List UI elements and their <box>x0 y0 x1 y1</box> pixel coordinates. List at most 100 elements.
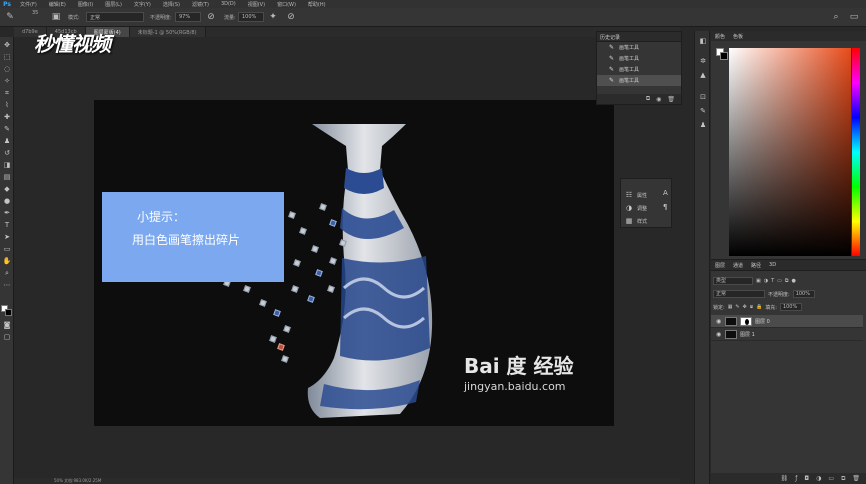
dodge-tool-icon[interactable]: ● <box>2 197 12 206</box>
zoom-tool-icon[interactable]: ⌕ <box>2 269 12 278</box>
menu-type[interactable]: 文字(Y) <box>128 1 157 8</box>
lock-artboard-icon[interactable]: ⧈ <box>750 304 753 310</box>
gradient-tool-icon[interactable]: ▤ <box>2 173 12 182</box>
tab-layers[interactable]: 图层 <box>715 262 725 269</box>
background-color-swatch[interactable] <box>720 52 728 60</box>
character-icon[interactable]: A <box>663 189 668 197</box>
brush-tool-icon[interactable]: ✎ <box>4 11 16 23</box>
menu-window[interactable]: 窗口(W) <box>271 1 302 8</box>
stamp-tool-icon[interactable]: ♟ <box>2 137 12 146</box>
quick-mask-icon[interactable]: ◙ <box>2 321 12 330</box>
type-tool-icon[interactable]: T <box>2 221 12 230</box>
filter-smart-icon[interactable]: ⧉ <box>785 278 789 284</box>
history-item[interactable]: ✎ 画笔工具 <box>597 42 681 53</box>
menu-view[interactable]: 视图(V) <box>242 1 271 8</box>
styles-item[interactable]: ▦ 样式 <box>625 217 647 225</box>
document-canvas[interactable]: 小提示： 用白色画笔擦出碎片 Bai 度 经验 jingyan.baidu.co… <box>94 100 614 426</box>
path-select-tool-icon[interactable]: ➤ <box>2 233 12 242</box>
crop-tool-icon[interactable]: ⌗ <box>2 89 12 98</box>
layer-row[interactable]: ◉ 图层 1 <box>711 328 863 341</box>
marquee-tool-icon[interactable]: ⬚ <box>2 53 12 62</box>
mode-select[interactable]: 正常 <box>86 12 144 22</box>
lock-all-icon[interactable]: 🔒 <box>756 304 762 310</box>
workspace-icon[interactable]: ▭ <box>848 11 860 23</box>
add-mask-icon[interactable]: ◘ <box>804 475 809 482</box>
brush-tool-icon[interactable]: ✎ <box>2 125 12 134</box>
filter-pixel-icon[interactable]: ▣ <box>756 278 761 284</box>
tab-document-4[interactable]: 未标题-1 @ 50%(RGB/8) <box>129 27 206 37</box>
histogram-icon[interactable]: ▲ <box>698 71 708 81</box>
new-layer-icon[interactable]: ⧉ <box>841 475 845 483</box>
hue-slider[interactable] <box>852 48 860 256</box>
fx-icon[interactable]: ƒ <box>795 475 797 482</box>
airbrush-icon[interactable]: ✦ <box>267 11 279 23</box>
pressure-opacity-icon[interactable]: ⊘ <box>205 11 217 23</box>
blend-mode-select[interactable]: 正常 <box>713 290 765 298</box>
lock-brush-icon[interactable]: ✎ <box>735 304 739 310</box>
eraser-tool-icon[interactable]: ◨ <box>2 161 12 170</box>
filter-adjust-icon[interactable]: ◑ <box>764 278 768 284</box>
tab-swatches[interactable]: 色板 <box>733 33 743 40</box>
pressure-size-icon[interactable]: ⊘ <box>285 11 297 23</box>
swatch-icon[interactable]: ◧ <box>698 37 708 47</box>
more-tools-icon[interactable]: ⋯ <box>2 281 12 290</box>
group-folder-icon[interactable]: ▭ <box>828 475 834 482</box>
link-layers-icon[interactable]: ⛓ <box>781 475 789 482</box>
healing-tool-icon[interactable]: ✚ <box>2 113 12 122</box>
tab-paths[interactable]: 路径 <box>751 262 761 269</box>
color-picker-field[interactable] <box>729 48 851 256</box>
adjustment-layer-icon[interactable]: ◑ <box>816 475 821 482</box>
pen-tool-icon[interactable]: ✒ <box>2 209 12 218</box>
layer-fill-input[interactable]: 100% <box>779 303 802 311</box>
history-brush-tool-icon[interactable]: ↺ <box>2 149 12 158</box>
quick-select-tool-icon[interactable]: ✧ <box>2 77 12 86</box>
menu-layer[interactable]: 图层(L) <box>99 1 128 8</box>
menu-help[interactable]: 帮助(H) <box>302 1 332 8</box>
filter-shape-icon[interactable]: ▭ <box>777 278 782 284</box>
info-icon[interactable]: ⊡ <box>698 93 708 103</box>
layer-row-selected[interactable]: ◉ 图层 0 <box>711 315 863 328</box>
history-panel-title[interactable]: 历史记录 <box>597 32 681 42</box>
lock-move-icon[interactable]: ✥ <box>743 304 747 310</box>
menu-filter[interactable]: 滤镜(T) <box>186 1 215 8</box>
history-item[interactable]: ✎ 画笔工具 <box>597 64 681 75</box>
adjustments-item[interactable]: ◑ 调整 <box>625 204 647 212</box>
menu-edit[interactable]: 编辑(E) <box>43 1 72 8</box>
properties-item[interactable]: ☷ 属性 <box>625 191 647 199</box>
layer-opacity-input[interactable]: 100% <box>792 290 815 298</box>
visibility-eye-icon[interactable]: ◉ <box>716 318 722 325</box>
menu-3d[interactable]: 3D(D) <box>215 1 242 7</box>
history-item[interactable]: ✎ 画笔工具 <box>597 53 681 64</box>
lasso-tool-icon[interactable]: ◌ <box>2 65 12 74</box>
tab-3d[interactable]: 3D <box>769 262 776 268</box>
brush-presets-icon[interactable]: ✎ <box>698 107 708 117</box>
move-tool-icon[interactable]: ✥ <box>2 41 12 50</box>
lock-transparent-icon[interactable]: ▦ <box>728 304 733 310</box>
clone-source-icon[interactable]: ♟ <box>698 121 708 131</box>
layer-filter-select[interactable]: 类型 <box>713 277 753 285</box>
flow-input[interactable]: 100% <box>238 12 264 22</box>
menu-file[interactable]: 文件(F) <box>14 1 43 8</box>
trash-icon[interactable]: 🗑 <box>852 475 860 482</box>
menu-select[interactable]: 选择(S) <box>157 1 186 8</box>
shape-tool-icon[interactable]: ▭ <box>2 245 12 254</box>
search-icon[interactable]: ⌕ <box>830 11 842 23</box>
camera-icon[interactable]: ◉ <box>656 96 661 103</box>
filter-toggle-icon[interactable]: ● <box>791 278 795 284</box>
filter-type-icon[interactable]: T <box>771 278 774 284</box>
brush-size[interactable]: 35 <box>32 10 38 16</box>
blur-tool-icon[interactable]: ◆ <box>2 185 12 194</box>
navigator-icon[interactable]: ✲ <box>698 57 708 67</box>
tab-color[interactable]: 颜色 <box>715 33 725 40</box>
opacity-input[interactable]: 97% <box>175 12 201 22</box>
visibility-eye-icon[interactable]: ◉ <box>716 331 722 338</box>
new-document-icon[interactable]: ⧉ <box>646 95 650 103</box>
trash-icon[interactable]: 🗑 <box>667 96 675 103</box>
history-item-selected[interactable]: ✎ 画笔工具 <box>597 75 681 86</box>
paragraph-icon[interactable]: ¶ <box>663 203 667 211</box>
tab-channels[interactable]: 通道 <box>733 262 743 269</box>
hand-tool-icon[interactable]: ✋ <box>2 257 12 266</box>
background-color-swatch[interactable] <box>5 309 12 316</box>
layer-mask-thumbnail[interactable] <box>740 316 752 326</box>
brush-panel-icon[interactable]: ▣ <box>50 11 62 23</box>
